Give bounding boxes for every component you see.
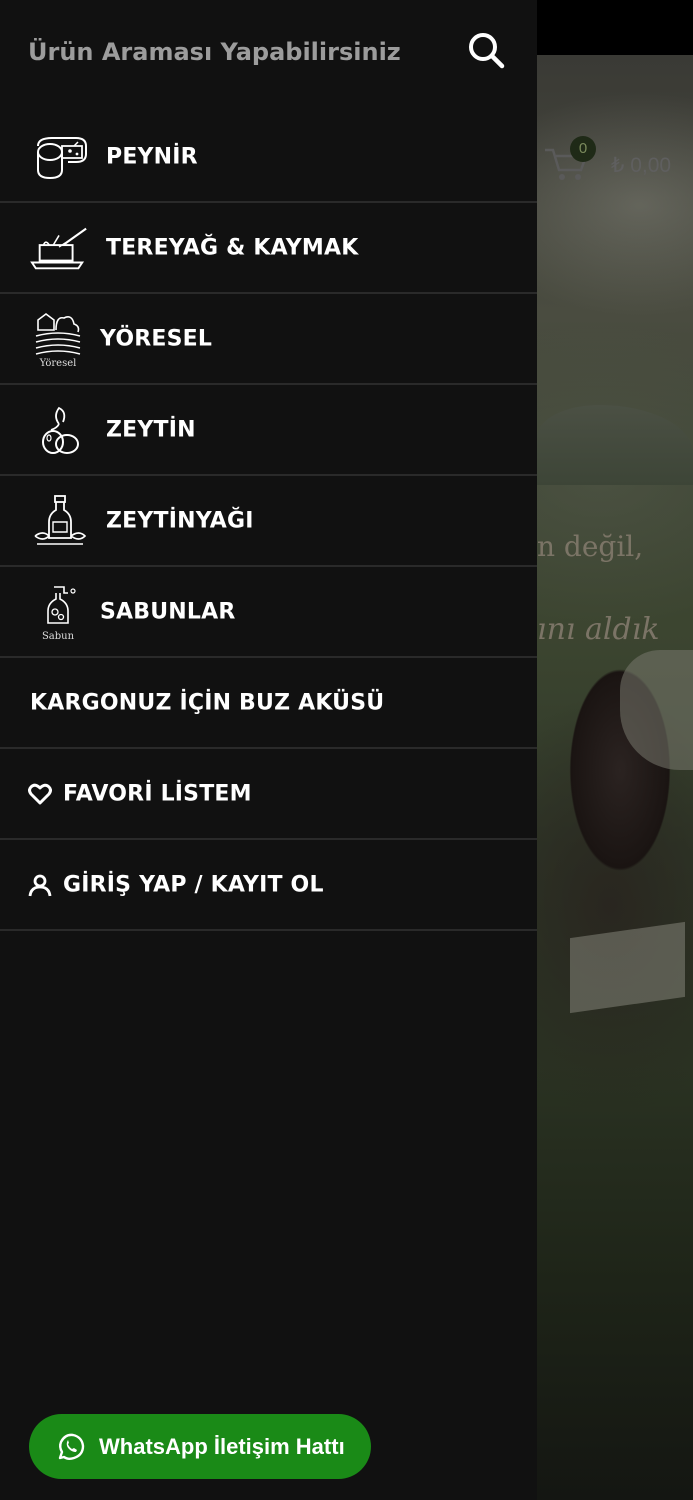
- menu-item-label: KARGONUZ İÇİN BUZ AKÜSÜ: [30, 690, 385, 715]
- whatsapp-label: WhatsApp İletişim Hattı: [99, 1433, 345, 1459]
- menu-item-buz-akusu[interactable]: KARGONUZ İÇİN BUZ AKÜSÜ: [0, 658, 537, 749]
- search-input[interactable]: [28, 30, 448, 74]
- menu-item-sabunlar[interactable]: Sabun SABUNLAR: [0, 567, 537, 658]
- hero-text-line-1: n değil,: [537, 530, 644, 563]
- menu-item-label: ZEYTİN: [106, 417, 196, 442]
- menu-item-favori-listem[interactable]: FAVORİ LİSTEM: [0, 749, 537, 840]
- regional-products-icon: Yöresel: [28, 311, 88, 369]
- menu-item-label: SABUNLAR: [100, 599, 236, 624]
- search-icon: [467, 31, 505, 74]
- menu-item-label: FAVORİ LİSTEM: [63, 781, 252, 806]
- soap-bottle-icon: Sabun: [28, 584, 88, 642]
- menu-item-peynir[interactable]: PEYNİR: [0, 112, 537, 203]
- side-drawer: PEYNİR TEREYAĞ & KAYMAK: [0, 0, 537, 1500]
- cart-total: ₺ 0,00: [611, 154, 672, 177]
- menu-item-label: GİRİŞ YAP / KAYIT OL: [63, 872, 324, 897]
- menu-item-zeytin[interactable]: ZEYTİN: [0, 385, 537, 476]
- menu-item-tereyag-kaymak[interactable]: TEREYAĞ & KAYMAK: [0, 203, 537, 294]
- heart-icon: [28, 782, 52, 806]
- user-icon: [28, 873, 52, 897]
- olive-oil-bottle-icon: [30, 493, 90, 549]
- menu-item-giris-kayit[interactable]: GİRİŞ YAP / KAYIT OL: [0, 840, 537, 931]
- menu-item-label: ZEYTİNYAĞI: [106, 508, 254, 533]
- search-row: [0, 0, 537, 108]
- menu-item-yoresel[interactable]: Yöresel YÖRESEL: [0, 294, 537, 385]
- cheese-icon: [30, 129, 90, 185]
- whatsapp-contact-button[interactable]: WhatsApp İletişim Hattı: [29, 1414, 371, 1479]
- header-cart[interactable]: 0 ₺ 0,00: [543, 136, 693, 190]
- menu-item-label: PEYNİR: [106, 144, 198, 169]
- butter-dish-icon: [30, 220, 90, 276]
- menu-item-label: YÖRESEL: [100, 326, 213, 351]
- drawer-menu: PEYNİR TEREYAĞ & KAYMAK Yöresel YÖRESEL …: [0, 112, 537, 931]
- icon-caption: Sabun: [41, 630, 75, 642]
- menu-item-zeytinyagi[interactable]: ZEYTİNYAĞI: [0, 476, 537, 567]
- olive-icon: [30, 402, 90, 458]
- menu-item-label: TEREYAĞ & KAYMAK: [106, 235, 359, 260]
- icon-caption: Yöresel: [39, 357, 77, 369]
- whatsapp-icon: [56, 1432, 86, 1462]
- hero-text-line-2: ını aldık: [537, 612, 660, 647]
- search-button[interactable]: [464, 30, 508, 74]
- cart-count-badge: 0: [570, 136, 596, 162]
